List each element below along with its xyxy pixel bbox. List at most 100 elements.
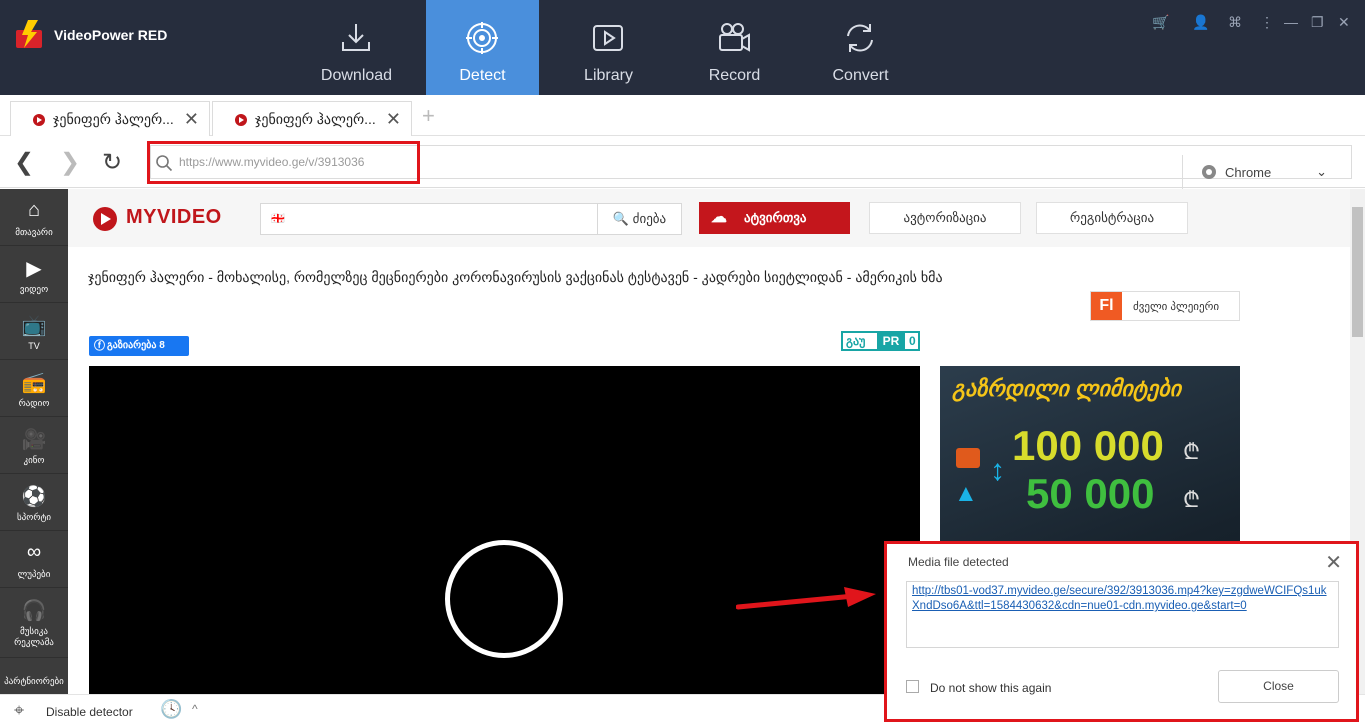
nav-convert[interactable]: Convert: [804, 0, 917, 95]
georgia-flag-icon: 🇬🇪: [271, 213, 285, 225]
more-icon[interactable]: ⋮: [1260, 14, 1274, 31]
loop-icon: ∞: [26, 541, 42, 563]
sidebar-label: სპორტი: [16, 512, 52, 522]
camera-icon: 🎥: [21, 429, 47, 451]
nav-download[interactable]: Download: [300, 0, 413, 95]
back-icon[interactable]: ❮: [14, 148, 34, 177]
cloud-upload-icon: ☁: [711, 209, 727, 226]
login-button[interactable]: ავტორიზაცია: [869, 202, 1021, 234]
nav-record[interactable]: Record: [678, 0, 791, 95]
minimize-icon[interactable]: —: [1284, 14, 1298, 30]
ad-currency-2: ₾: [1183, 487, 1200, 512]
sidebar-item-tv[interactable]: 📺 TV: [0, 303, 68, 360]
ad-amount-2: 50 000: [1026, 470, 1155, 517]
forward-icon[interactable]: ❯: [60, 148, 80, 177]
disable-detector-link[interactable]: Disable detector: [46, 705, 133, 719]
myvideo-tab-icon: [33, 114, 45, 126]
detected-url-link[interactable]: http://tbs01-vod37.myvideo.ge/secure/392…: [906, 581, 1339, 648]
loading-spinner: [445, 540, 563, 658]
chrome-icon: [1202, 165, 1216, 179]
gaupro-text-3: 0: [909, 334, 916, 348]
dialog-title: Media file detected: [908, 555, 1009, 569]
myvideo-logo[interactable]: MYVIDEO: [90, 202, 222, 232]
sidebar-item-sport[interactable]: ⚽ სპორტი: [0, 474, 68, 531]
tab-title: ჯენიფერ ჰალერ...: [255, 110, 376, 127]
browser-tab-2[interactable]: ჯენიფერ ჰალერ... ✕: [212, 101, 412, 136]
tv-icon: 📺: [21, 315, 47, 337]
clock-icon[interactable]: 🕓: [160, 699, 182, 720]
sidebar-label: რადიო: [18, 398, 50, 408]
sidebar-item-home[interactable]: ⌂ მთავარი: [0, 189, 68, 246]
site-search-button[interactable]: 🔍 ძიება: [597, 204, 681, 234]
tab-bar: ჯენიფერ ჰალერ... ✕ ჯენიფერ ჰალერ... ✕ +: [0, 95, 1365, 136]
old-player-button[interactable]: Fl ძველი პლეიერი: [1090, 291, 1240, 321]
library-icon: [593, 25, 623, 51]
upload-button[interactable]: ☁ ატვირთვა: [699, 202, 850, 234]
sidebar-label: პარტნიორები: [4, 676, 64, 686]
site-sidebar: ⌂ მთავარი ▶ ვიდეო 📺 TV 📻 რადიო 🎥 კინო ⚽ სპორტი…: [0, 189, 68, 698]
search-icon: 🔍: [612, 211, 630, 226]
dialog-close-button[interactable]: Close: [1218, 670, 1339, 703]
detect-icon: [466, 22, 498, 54]
app-title: VideoPower RED: [54, 27, 168, 43]
window-close-icon[interactable]: ✕: [1338, 14, 1350, 31]
url-highlight-box: [147, 141, 420, 184]
play-icon: ▶: [26, 258, 42, 280]
sidebar-label: მთავარი: [15, 227, 53, 237]
site-header: MYVIDEO 🇬🇪 🔍 ძიება ☁ ატვირთვა ავტორიზაცი…: [68, 189, 1350, 247]
facebook-icon: ⓕ: [94, 340, 105, 352]
scroll-thumb[interactable]: [1352, 207, 1363, 337]
restore-icon[interactable]: ❐: [1311, 14, 1324, 31]
sidebar-item-cinema[interactable]: 🎥 კინო: [0, 417, 68, 474]
nav-library-label: Library: [584, 67, 633, 84]
sidebar-item-partners[interactable]: პარტნიორები: [0, 658, 68, 698]
sidebar-label: კინო: [23, 455, 45, 465]
videopower-logo-icon: [14, 20, 48, 50]
gaupro-badge[interactable]: გაუ PR 0: [841, 331, 920, 351]
register-button[interactable]: რეგისტრაცია: [1036, 202, 1188, 234]
radio-icon: 📻: [21, 372, 47, 394]
sidebar-item-video[interactable]: ▶ ვიდეო: [0, 246, 68, 303]
ad-currency-1: ₾: [1183, 439, 1200, 464]
tab-close-icon[interactable]: ✕: [184, 109, 199, 130]
sidebar-item-music[interactable]: 🎧 მუსიკა რეკლამა: [0, 588, 68, 658]
do-not-show-checkbox[interactable]: [906, 680, 919, 693]
nav-detect[interactable]: Detect: [426, 0, 539, 95]
sidebar-item-radio[interactable]: 📻 რადიო: [0, 360, 68, 417]
download-icon: [342, 24, 370, 51]
nav-download-label: Download: [320, 67, 393, 84]
red-arrow-annotation: [736, 587, 876, 610]
video-player[interactable]: [89, 366, 920, 694]
share-label: გაზიარება 8: [107, 340, 165, 351]
chevron-up-icon[interactable]: ^: [192, 702, 198, 716]
video-title: ჯენიფერ ჰალერი - მოხალისე, რომელზეც მეცნ…: [88, 269, 943, 285]
dialog-close-icon[interactable]: ✕: [1325, 550, 1342, 575]
gaupro-text-2: PR: [877, 333, 905, 349]
app-logo: VideoPower RED: [14, 20, 167, 50]
app-window: VideoPower RED Download Detect Library R…: [0, 0, 1365, 726]
site-search-input[interactable]: 🇬🇪 🔍 ძიება: [260, 203, 682, 235]
home-icon: ⌂: [27, 199, 41, 221]
up-down-arrow-icon: ↕: [990, 454, 1005, 487]
facebook-share-button[interactable]: ⓕ გაზიარება 8: [89, 336, 189, 356]
ad-headline: გაზრდილი ლიმიტები: [952, 376, 1181, 401]
headphones-icon: 🎧: [21, 600, 47, 622]
user-icon[interactable]: 👤: [1192, 14, 1209, 31]
nav-convert-label: Convert: [832, 67, 889, 84]
chevron-down-icon: ⌄: [1316, 164, 1327, 179]
new-tab-icon[interactable]: +: [422, 103, 435, 129]
sidebar-item-loops[interactable]: ∞ ლუპები: [0, 531, 68, 588]
cart-icon[interactable]: 🛒: [1152, 14, 1169, 31]
reload-icon[interactable]: ↻: [102, 148, 122, 177]
bank-logo-icon: [956, 448, 980, 468]
tab-close-icon[interactable]: ✕: [386, 109, 401, 130]
nav-record-label: Record: [708, 67, 761, 84]
nav-detect-label: Detect: [459, 67, 506, 84]
browser-selector[interactable]: Chrome ⌄: [1182, 155, 1337, 189]
site-logo-text: MYVIDEO: [126, 205, 222, 228]
browser-tab-1[interactable]: ჯენიფერ ჰალერ... ✕: [10, 101, 210, 136]
detector-icon[interactable]: ⌖: [14, 700, 24, 721]
triangle-logo-icon: ▲: [954, 480, 978, 507]
command-icon[interactable]: ⌘: [1228, 14, 1242, 31]
nav-library[interactable]: Library: [552, 0, 665, 95]
